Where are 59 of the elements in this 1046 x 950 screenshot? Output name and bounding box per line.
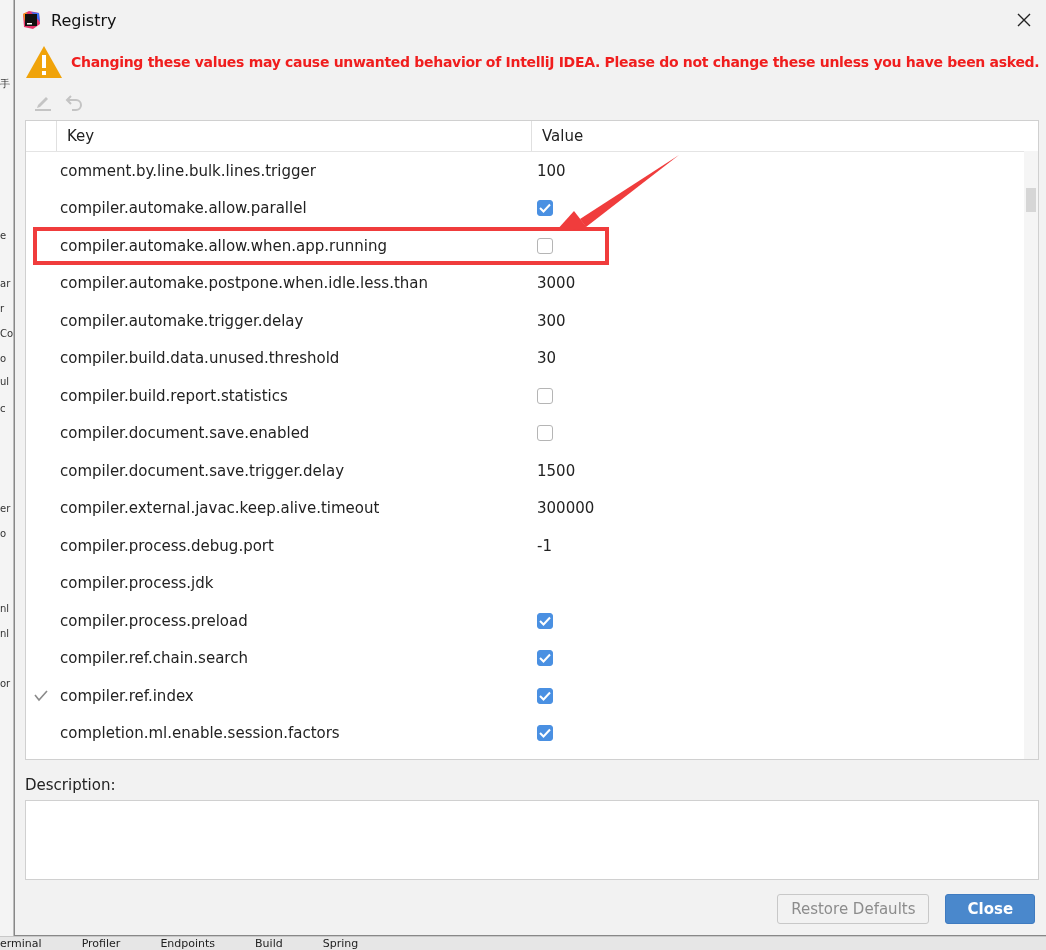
background-text: ul (0, 376, 10, 388)
registry-value: 1500 (537, 461, 576, 480)
registry-key: compiler.automake.allow.when.app.running (60, 236, 387, 255)
description-label: Description: (25, 776, 117, 794)
checkbox[interactable] (537, 237, 553, 254)
tool-window-tab[interactable]: Profiler (81, 937, 121, 950)
checkbox[interactable] (537, 725, 553, 742)
registry-value: 30 (537, 349, 557, 368)
registry-value: 100 (537, 161, 566, 180)
registry-key: compiler.document.save.trigger.delay (60, 461, 345, 480)
background-text: nl (0, 603, 10, 615)
background-text: r (0, 303, 5, 315)
registry-key: compiler.automake.postpone.when.idle.less.than (60, 274, 428, 293)
background-text: nl (0, 628, 10, 640)
column-header[interactable]: Value (532, 121, 584, 151)
background-text: Co (0, 328, 14, 340)
registry-key: compiler.build.data.unused.threshold (60, 349, 340, 368)
window-title: Registry (51, 10, 117, 30)
registry-value: 300 (537, 311, 566, 330)
background-text: or (0, 678, 11, 690)
registry-value: 300000 (537, 499, 595, 518)
registry-key: compiler.build.report.statistics (60, 386, 288, 405)
background-text: ar (0, 278, 11, 290)
registry-key: compiler.ref.chain.search (60, 649, 248, 668)
registry-key: compiler.automake.allow.parallel (60, 199, 307, 218)
registry-key: completion.ml.enable.session.factors (60, 724, 340, 743)
warning-icon (25, 45, 63, 79)
registry-value: 3000 (537, 274, 576, 293)
registry-key: compiler.ref.index (60, 686, 194, 705)
background-text: er (0, 503, 11, 515)
background-text: o (0, 528, 7, 540)
checkbox[interactable] (537, 387, 553, 404)
checkbox[interactable] (537, 687, 553, 704)
registry-key: compiler.document.save.enabled (60, 424, 310, 443)
registry-key: compiler.process.debug.port (60, 536, 274, 555)
close-icon[interactable] (1017, 13, 1032, 27)
registry-key: compiler.automake.trigger.delay (60, 311, 304, 330)
warning-message: Changing these values may cause unwanted behavior of IntelliJ IDEA. Please do not change these unless you have been asked. (71, 54, 1040, 70)
checkbox[interactable] (537, 612, 553, 629)
tool-window-tab[interactable]: Spring (322, 937, 359, 950)
registry-key: comment.by.line.bulk.lines.trigger (60, 161, 316, 180)
checkbox[interactable] (537, 650, 553, 667)
checkbox[interactable] (537, 425, 553, 442)
scrollbar-thumb[interactable] (1026, 188, 1037, 212)
tool-window-tab[interactable]: Endpoints (160, 937, 216, 950)
checkbox[interactable] (537, 200, 553, 217)
background-text: 手 (0, 78, 10, 90)
background-text: c (0, 403, 6, 415)
tool-window-tab[interactable]: Build (255, 937, 283, 950)
registry-value: -1 (537, 536, 552, 555)
app-logo-icon (21, 10, 41, 30)
registry-key: compiler.external.javac.keep.alive.timeout (60, 499, 380, 518)
background-text: o (0, 353, 7, 365)
tool-window-tab[interactable]: erminal (0, 937, 42, 950)
registry-key: compiler.process.jdk (60, 574, 214, 593)
registry-key: compiler.process.preload (60, 611, 248, 630)
background-text: e (0, 230, 7, 242)
column-header[interactable]: Key (57, 121, 532, 151)
close-button[interactable]: Close (945, 894, 1036, 924)
